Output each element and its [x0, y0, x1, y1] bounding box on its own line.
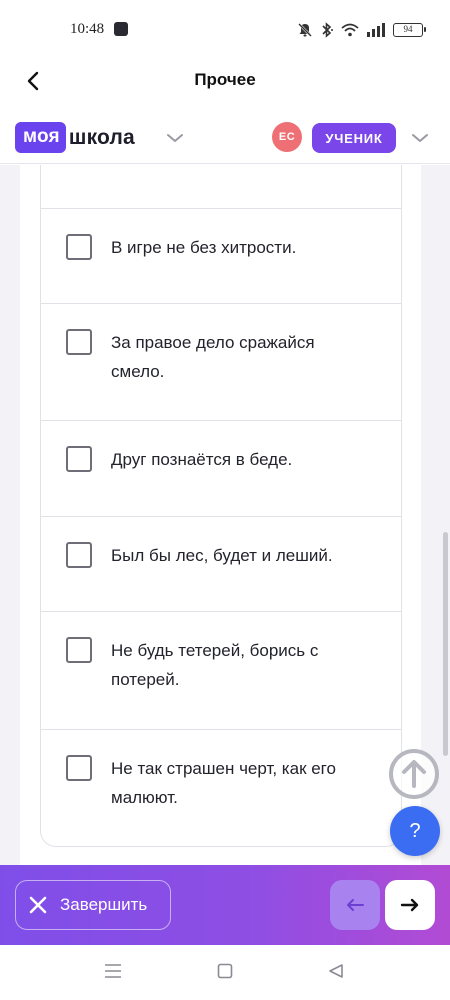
logo-part-moya: моя: [15, 122, 66, 153]
option-label: В игре не без хитрости.: [111, 238, 297, 257]
avatar[interactable]: ЕС: [272, 122, 302, 152]
option-label: Был бы лес, будет и леший.: [111, 546, 333, 565]
back-triangle-icon[interactable]: [328, 963, 344, 979]
previous-button[interactable]: [330, 880, 380, 930]
brand-bar: моя школа ЕС УЧЕНИК: [0, 112, 450, 164]
status-icons: 94: [297, 20, 426, 40]
chevron-down-icon[interactable]: [165, 130, 185, 146]
option-item[interactable]: Был бы лес, будет и леший.: [41, 516, 401, 611]
wifi-icon: [341, 23, 359, 37]
option-item[interactable]: Друг познаётся в беде.: [41, 420, 401, 516]
app-header: Прочее: [0, 58, 450, 104]
option-label: За правое дело сражайся смело.: [111, 333, 315, 381]
checkbox[interactable]: [66, 446, 92, 472]
option-label: Не так страшен черт, как его малюют.: [111, 759, 336, 807]
signal-icon: [367, 23, 385, 37]
app-notification-icon: [114, 22, 128, 36]
option-item[interactable]: В игре не без хитрости.: [41, 208, 401, 303]
bluetooth-icon: [322, 22, 333, 38]
checkbox[interactable]: [66, 755, 92, 781]
close-icon: [29, 896, 47, 914]
logo-part-shkola: школа: [68, 125, 135, 149]
page-title: Прочее: [194, 70, 256, 89]
checkbox[interactable]: [66, 637, 92, 663]
checkbox[interactable]: [66, 234, 92, 260]
role-badge[interactable]: УЧЕНИК: [312, 123, 396, 153]
option-label: Друг познаётся в беде.: [111, 450, 293, 469]
home-icon[interactable]: [217, 963, 233, 979]
arrow-up-icon: [402, 760, 426, 788]
finish-button[interactable]: Завершить: [15, 880, 171, 930]
finish-label: Завершить: [60, 895, 148, 914]
scroll-to-top-button[interactable]: [389, 749, 439, 799]
option-item[interactable]: Не так страшен черт, как его малюют.: [41, 729, 401, 846]
next-button[interactable]: [385, 880, 435, 930]
arrow-right-icon: [400, 898, 419, 912]
notifications-off-icon: [298, 23, 312, 37]
option-label: Не будь тетерей, борись с потерей.: [111, 641, 319, 689]
status-bar: 10:48 94: [0, 0, 450, 58]
status-time: 10:48: [70, 21, 105, 37]
checkbox[interactable]: [66, 542, 92, 568]
action-bar: Завершить: [0, 865, 450, 945]
options-list: В игре не без хитрости. За правое дело с…: [40, 165, 402, 847]
option-item[interactable]: За правое дело сражайся смело.: [41, 303, 401, 420]
help-button[interactable]: ?: [390, 806, 440, 856]
logo[interactable]: моя школа: [15, 122, 135, 153]
arrow-left-icon: [347, 899, 364, 911]
option-item[interactable]: Не будь тетерей, борись с потерей.: [41, 611, 401, 729]
menu-icon[interactable]: [104, 963, 122, 979]
checkbox[interactable]: [66, 329, 92, 355]
system-navigation: [0, 945, 450, 1000]
scrollbar[interactable]: [443, 532, 448, 756]
chevron-down-icon[interactable]: [410, 130, 430, 146]
battery-icon: 94: [393, 23, 426, 37]
